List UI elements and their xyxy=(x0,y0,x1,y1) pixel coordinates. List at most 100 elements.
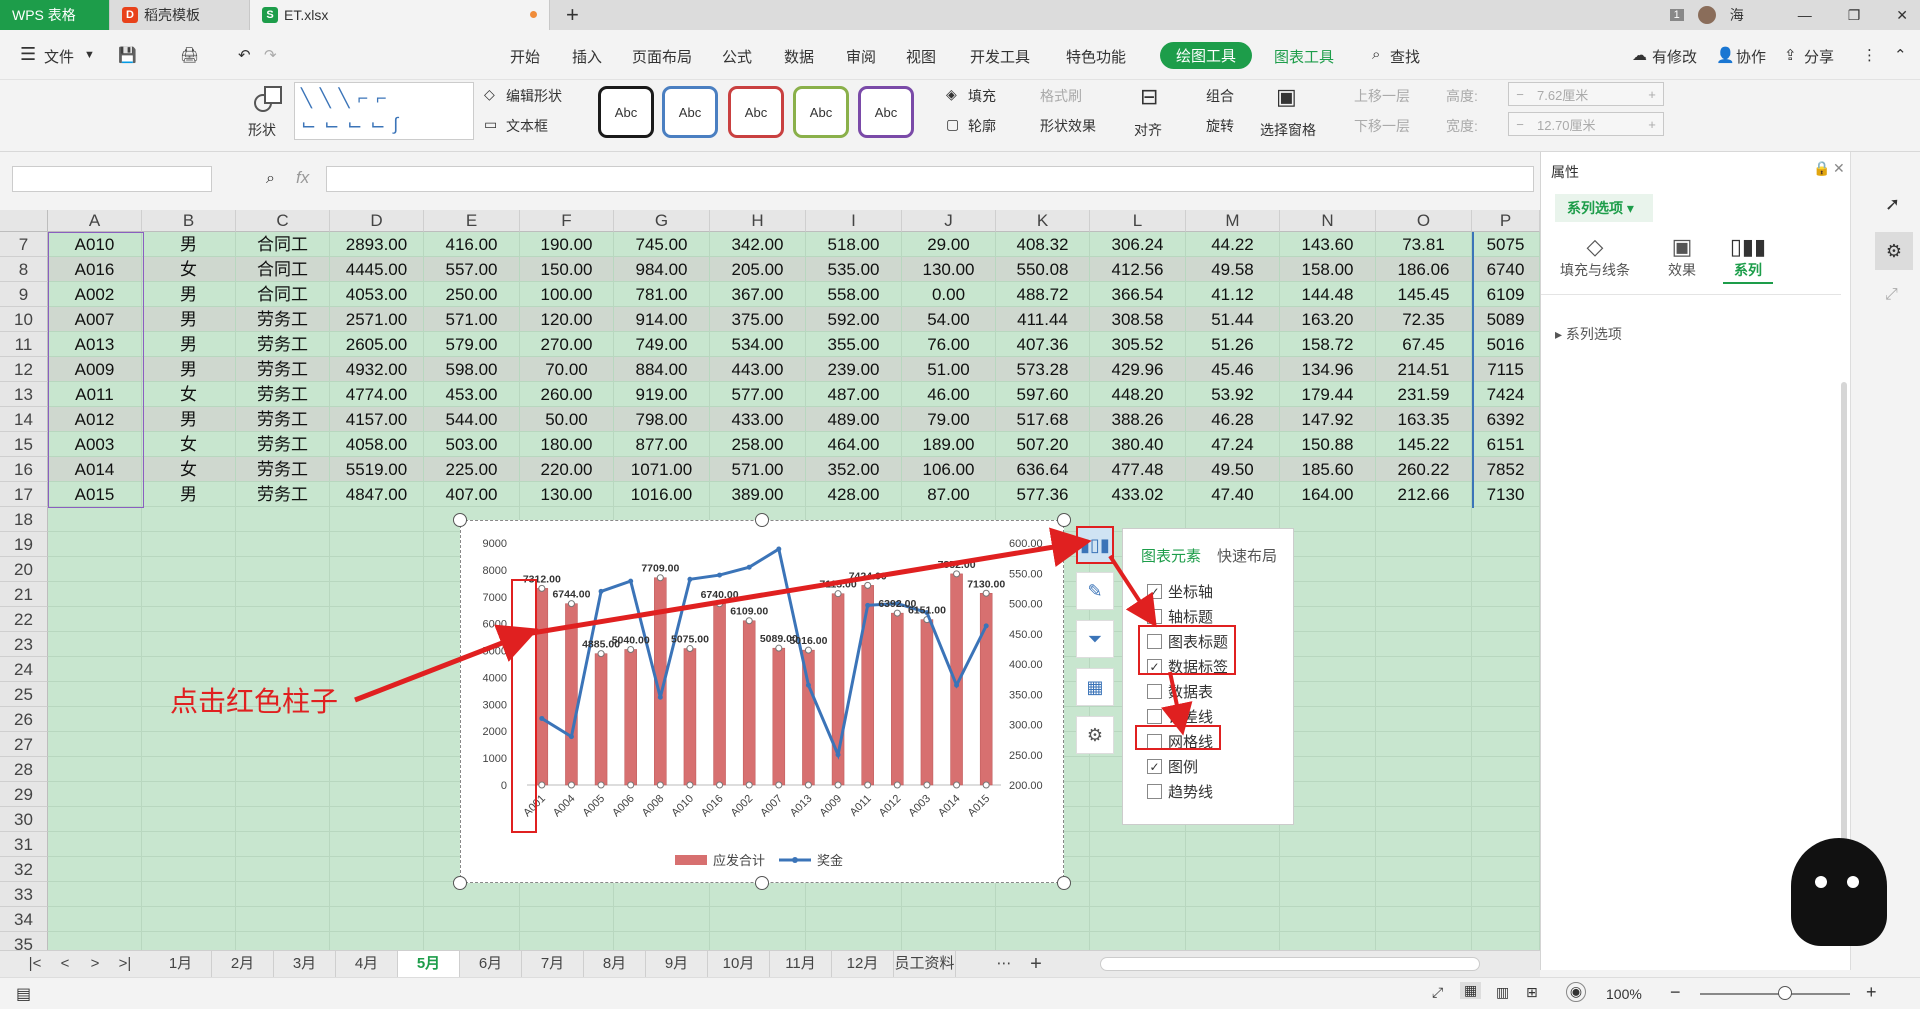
cell[interactable]: 573.28 xyxy=(996,357,1090,382)
cell[interactable]: 597.60 xyxy=(996,382,1090,407)
cell[interactable]: 571.00 xyxy=(710,457,806,482)
cell[interactable]: 女 xyxy=(142,457,236,482)
eye-care-icon[interactable]: ◉ xyxy=(1566,982,1586,1002)
cell[interactable]: 407.00 xyxy=(424,482,520,507)
cell[interactable]: 190.00 xyxy=(520,232,614,257)
height-field[interactable]: −7.62厘米 + xyxy=(1508,82,1664,106)
cell[interactable]: 306.24 xyxy=(1090,232,1186,257)
cell[interactable]: 男 xyxy=(142,482,236,507)
cell[interactable]: A013 xyxy=(48,332,142,357)
properties-rail-icon[interactable]: ⚙ xyxy=(1875,232,1913,270)
resize-handle-tm[interactable] xyxy=(755,513,769,527)
cell[interactable]: 433.00 xyxy=(710,407,806,432)
last-sheet-icon[interactable]: >| xyxy=(110,951,140,978)
edit-shape-button[interactable]: 编辑形状 xyxy=(506,86,562,106)
tab-daoke[interactable]: D 稻壳模板 xyxy=(110,0,250,30)
col-header-B[interactable]: B xyxy=(142,210,236,232)
cell[interactable]: 412.56 xyxy=(1090,257,1186,282)
checkbox-icon[interactable] xyxy=(1147,784,1162,799)
cell[interactable]: 388.26 xyxy=(1090,407,1186,432)
line-point[interactable] xyxy=(539,715,545,721)
cell[interactable]: 5075 xyxy=(1472,232,1540,257)
cell[interactable]: 212.66 xyxy=(1376,482,1472,507)
chart-element-option[interactable]: 误差线 xyxy=(1147,706,1213,727)
chart-elements-button[interactable]: ▮▯▮ xyxy=(1076,526,1114,564)
cell[interactable]: 749.00 xyxy=(614,332,710,357)
chart-element-option[interactable]: ✓ 坐标轴 xyxy=(1147,581,1213,602)
cell[interactable]: 劳务工 xyxy=(236,432,330,457)
zoom-slider-thumb[interactable] xyxy=(1778,986,1792,1000)
line-point[interactable] xyxy=(776,546,782,552)
cell[interactable]: 180.00 xyxy=(520,432,614,457)
cell[interactable]: 544.00 xyxy=(424,407,520,432)
row-header[interactable]: 32 xyxy=(0,857,48,882)
cell[interactable]: 51.00 xyxy=(902,357,996,382)
fx-icon[interactable]: fx xyxy=(296,168,309,188)
row-header[interactable]: 9 xyxy=(0,282,48,307)
format-brush-button[interactable]: 格式刷 xyxy=(1040,86,1082,106)
cell[interactable]: 劳务工 xyxy=(236,382,330,407)
row-header[interactable]: 12 xyxy=(0,357,48,382)
shape-effect-button[interactable]: 形状效果 xyxy=(1040,116,1096,136)
select-pane-button[interactable]: 选择窗格 xyxy=(1260,120,1316,140)
row-header[interactable]: 25 xyxy=(0,682,48,707)
line-point[interactable] xyxy=(568,734,574,740)
row-header[interactable]: 26 xyxy=(0,707,48,732)
cell[interactable]: 260.00 xyxy=(520,382,614,407)
cell[interactable]: 5089 xyxy=(1472,307,1540,332)
line-point[interactable] xyxy=(628,578,634,584)
chart-style-button[interactable]: ✎ xyxy=(1076,572,1114,610)
rail-icon-3[interactable]: ⤢ xyxy=(1885,286,1898,304)
zoom-slider[interactable] xyxy=(1700,986,1850,1000)
cell[interactable]: 6109 xyxy=(1472,282,1540,307)
cell[interactable]: 男 xyxy=(142,332,236,357)
cell[interactable]: 1016.00 xyxy=(614,482,710,507)
col-header-D[interactable]: D xyxy=(330,210,424,232)
sheet-tab[interactable]: 9月 xyxy=(646,951,708,978)
row-header[interactable]: 24 xyxy=(0,657,48,682)
chart-filter-button[interactable]: ⏷ xyxy=(1076,620,1114,658)
series-options-section[interactable]: ▸ 系列选项 xyxy=(1555,324,1622,344)
cell[interactable]: 443.00 xyxy=(710,357,806,382)
line-point[interactable] xyxy=(717,572,723,578)
cell[interactable]: 407.36 xyxy=(996,332,1090,357)
undo-icon[interactable]: ↶ xyxy=(238,46,251,64)
cell[interactable]: A007 xyxy=(48,307,142,332)
cell[interactable]: A011 xyxy=(48,382,142,407)
col-header-J[interactable]: J xyxy=(902,210,996,232)
row-header[interactable]: 17 xyxy=(0,482,48,507)
cell[interactable]: 433.02 xyxy=(1090,482,1186,507)
row-header[interactable]: 31 xyxy=(0,832,48,857)
cell[interactable]: 67.45 xyxy=(1376,332,1472,357)
cell[interactable]: 劳务工 xyxy=(236,357,330,382)
cell[interactable]: 214.51 xyxy=(1376,357,1472,382)
cell[interactable]: 270.00 xyxy=(520,332,614,357)
cell[interactable]: 914.00 xyxy=(614,307,710,332)
cell[interactable]: 女 xyxy=(142,382,236,407)
shape-style-1[interactable]: Abc xyxy=(662,86,718,138)
cell[interactable]: 4157.00 xyxy=(330,407,424,432)
row-header[interactable]: 30 xyxy=(0,807,48,832)
cell[interactable]: 劳务工 xyxy=(236,332,330,357)
cell[interactable]: 4932.00 xyxy=(330,357,424,382)
cell[interactable]: A009 xyxy=(48,357,142,382)
cell[interactable]: 46.00 xyxy=(902,382,996,407)
bar-A007[interactable] xyxy=(772,647,786,786)
page-break-icon[interactable]: ⊞ xyxy=(1526,984,1538,1001)
line-point[interactable] xyxy=(835,752,841,758)
menu-item-0[interactable]: 开始 xyxy=(510,46,540,67)
col-header-L[interactable]: L xyxy=(1090,210,1186,232)
add-sheet-button[interactable]: + xyxy=(1024,951,1048,978)
tab-quick-layout[interactable]: 快速布局 xyxy=(1217,545,1277,566)
shape-gallery[interactable]: ╲╲╲⌐⌐ ⌙⌙⌙⌙∫ xyxy=(294,82,474,140)
chevron-down-icon[interactable]: ▼ xyxy=(84,49,95,61)
cell[interactable]: 4774.00 xyxy=(330,382,424,407)
chart-element-option[interactable]: 轴标题 xyxy=(1147,606,1213,627)
cell[interactable]: 男 xyxy=(142,282,236,307)
more-icon[interactable]: ⋮ xyxy=(1862,46,1877,64)
sheet-tab[interactable]: 4月 xyxy=(336,951,398,978)
menu-item-6[interactable]: 视图 xyxy=(906,46,936,67)
cell[interactable]: A015 xyxy=(48,482,142,507)
cell[interactable]: 134.96 xyxy=(1280,357,1376,382)
bar-A004[interactable] xyxy=(565,603,578,786)
